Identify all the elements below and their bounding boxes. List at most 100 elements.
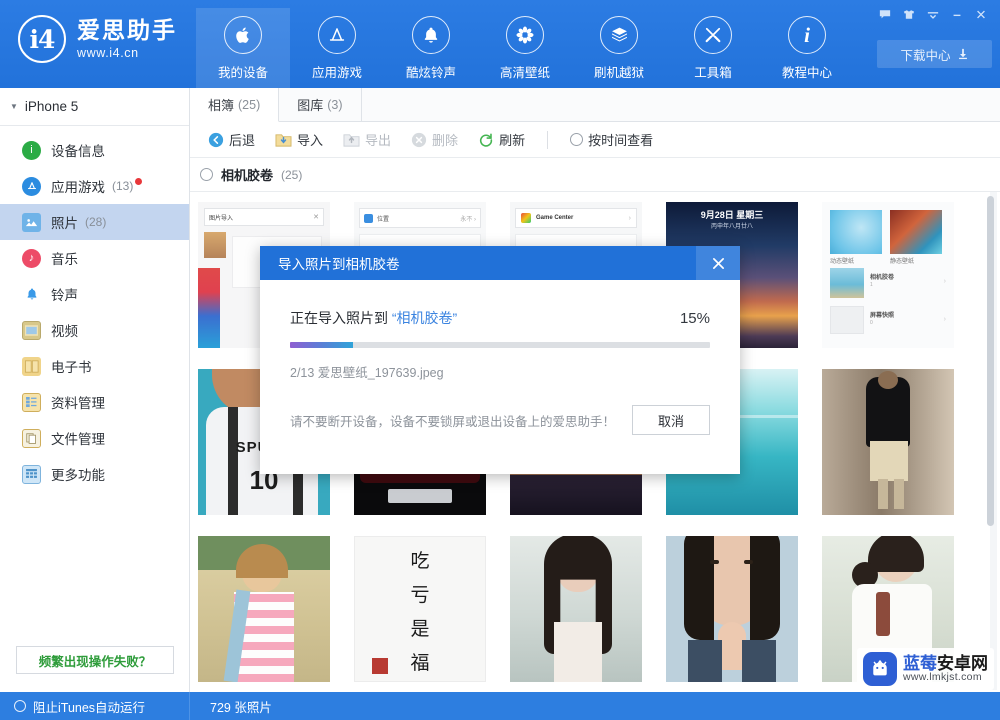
tools-icon <box>694 16 732 54</box>
sidebar-item-music[interactable]: ♪ 音乐 <box>0 240 189 276</box>
sidebar-item-apps-games[interactable]: 应用游戏 (13) <box>0 168 189 204</box>
import-button[interactable]: 导入 <box>267 127 331 152</box>
import-status-prefix: 正在导入照片到 <box>290 310 388 326</box>
photo-thumb-5[interactable]: 动态壁纸 静态壁纸 相机胶卷 1 › 屏幕快照 0 › <box>822 202 954 348</box>
sidebar-item-label: 视频 <box>51 320 78 340</box>
nav-item-wallpapers[interactable]: 高清壁纸 <box>478 8 572 88</box>
export-icon <box>343 132 360 148</box>
download-center-button[interactable]: 下载中心 <box>877 40 992 68</box>
dialog-body: 正在导入照片到 “相机胶卷” 15% 2/13 爱思壁纸_197639.jpeg… <box>260 280 740 435</box>
nav-label: 应用游戏 <box>312 62 362 81</box>
close-icon[interactable] <box>696 246 740 280</box>
sidebar-item-label: 应用游戏 <box>51 176 105 196</box>
sidebar-item-data-management[interactable]: 资料管理 <box>0 384 189 420</box>
sidebar-item-videos[interactable]: 视频 <box>0 312 189 348</box>
site-watermark: 蓝莓安卓网 www.lmkjst.com <box>857 648 994 690</box>
download-icon <box>957 48 969 60</box>
delete-label: 删除 <box>432 130 458 149</box>
notification-dot <box>135 178 142 185</box>
watermark-url: www.lmkjst.com <box>903 672 988 683</box>
export-button: 导出 <box>335 127 399 152</box>
window-controls <box>874 4 992 24</box>
cancel-button[interactable]: 取消 <box>632 405 710 435</box>
menu-chevron-icon[interactable] <box>922 4 944 24</box>
progress-percent: 15% <box>680 310 710 327</box>
sidebar-item-device-info[interactable]: i 设备信息 <box>0 132 189 168</box>
progress-bar-fill <box>290 342 353 348</box>
nav-item-flash-jailbreak[interactable]: 刷机越狱 <box>572 8 666 88</box>
help-text: 频繁出现操作失败 <box>39 651 139 670</box>
sidebar-item-label: 文件管理 <box>51 428 105 448</box>
sidebar-item-label: 更多功能 <box>51 464 105 484</box>
view-by-time-toggle[interactable]: 按时间查看 <box>562 127 661 152</box>
tab-label: 图库 <box>297 95 323 114</box>
sidebar-item-label: 资料管理 <box>51 392 105 412</box>
i4-assistant-window: i4 爱思助手 www.i4.cn 我的设备 应用游戏 <box>0 0 1000 720</box>
box-icon <box>600 16 638 54</box>
delete-button: 删除 <box>403 127 466 152</box>
music-icon: ♪ <box>22 249 41 268</box>
warning-text: 请不要断开设备，设备不要锁屏或退出设备上的爱思助手！ <box>290 411 615 430</box>
delete-icon <box>411 132 427 148</box>
album-name: 相机胶卷 <box>221 165 273 184</box>
tab-count: (25) <box>238 98 260 112</box>
operation-failure-help-button[interactable]: 频繁出现操作失败？ <box>16 646 174 674</box>
tab-albums[interactable]: 相簿 (25) <box>190 88 279 122</box>
device-selector[interactable]: ▼ iPhone 5 <box>0 88 189 126</box>
block-itunes-toggle[interactable]: 阻止iTunes自动运行 <box>0 692 190 720</box>
logo-subtitle: www.i4.cn <box>77 46 177 60</box>
photo-thumb-11[interactable] <box>198 536 330 682</box>
device-name: iPhone 5 <box>25 99 78 114</box>
scrollbar-thumb[interactable] <box>987 196 994 526</box>
photo-thumb-12[interactable]: 吃 亏 是 福 <box>354 536 486 682</box>
album-header-row[interactable]: 相机胶卷 (25) <box>190 158 1000 192</box>
nav-item-apps-games[interactable]: 应用游戏 <box>290 8 384 88</box>
nav-label: 高清壁纸 <box>500 62 550 81</box>
nav-label: 刷机越狱 <box>594 62 644 81</box>
help-question-mark: ？ <box>139 651 152 670</box>
sidebar-item-photos[interactable]: 照片 (28) <box>0 204 189 240</box>
chevron-down-icon: ▼ <box>10 102 18 111</box>
sidebar-item-count: (13) <box>112 179 133 193</box>
tab-count: (3) <box>327 98 342 112</box>
photo-thumb-14[interactable] <box>666 536 798 682</box>
photo-thumb-13[interactable] <box>510 536 642 682</box>
export-label: 导出 <box>365 130 391 149</box>
dialog-title: 导入照片到相机胶卷 <box>260 253 400 273</box>
toolbar-divider <box>547 131 548 149</box>
minimize-icon[interactable] <box>946 4 968 24</box>
nav-item-ringtones[interactable]: 酷炫铃声 <box>384 8 478 88</box>
more-grid-icon <box>22 465 41 484</box>
photo-thumb-10[interactable] <box>822 369 954 515</box>
photos-toolbar: 后退 导入 导出 删除 刷新 按时间查看 <box>190 122 1000 158</box>
bell-icon <box>412 16 450 54</box>
import-status-text: 正在导入照片到 “相机胶卷” <box>290 308 457 328</box>
scrollbar-track[interactable] <box>990 192 997 690</box>
tab-gallery[interactable]: 图库 (3) <box>279 88 361 121</box>
dialog-titlebar: 导入照片到相机胶卷 <box>260 246 740 280</box>
refresh-button[interactable]: 刷新 <box>470 127 533 152</box>
download-center-label: 下载中心 <box>900 45 950 64</box>
nav-item-toolbox[interactable]: 工具箱 <box>666 8 760 88</box>
sidebar-item-ringtones[interactable]: 铃声 <box>0 276 189 312</box>
sidebar-item-file-management[interactable]: 文件管理 <box>0 420 189 456</box>
progress-bar <box>290 342 710 348</box>
refresh-icon <box>478 132 494 148</box>
close-icon[interactable] <box>970 4 992 24</box>
sidebar-item-ebooks[interactable]: 电子书 <box>0 348 189 384</box>
nav-item-tutorials[interactable]: i 教程中心 <box>760 8 854 88</box>
album-radio-icon[interactable] <box>200 168 213 181</box>
current-file-label: 2/13 爱思壁纸_197639.jpeg <box>290 362 710 381</box>
nav-item-my-device[interactable]: 我的设备 <box>196 8 290 88</box>
logo-mark-icon: i4 <box>18 15 66 63</box>
back-button[interactable]: 后退 <box>200 127 263 152</box>
ringtone-icon <box>22 285 41 304</box>
feedback-icon[interactable] <box>874 4 896 24</box>
appstore-icon <box>318 16 356 54</box>
sidebar-item-more-features[interactable]: 更多功能 <box>0 456 189 492</box>
refresh-label: 刷新 <box>499 130 525 149</box>
book-icon <box>22 357 41 376</box>
skin-icon[interactable] <box>898 4 920 24</box>
sidebar-list: i 设备信息 应用游戏 (13) 照片 (28) ♪ <box>0 126 189 492</box>
view-by-time-label: 按时间查看 <box>588 130 653 149</box>
